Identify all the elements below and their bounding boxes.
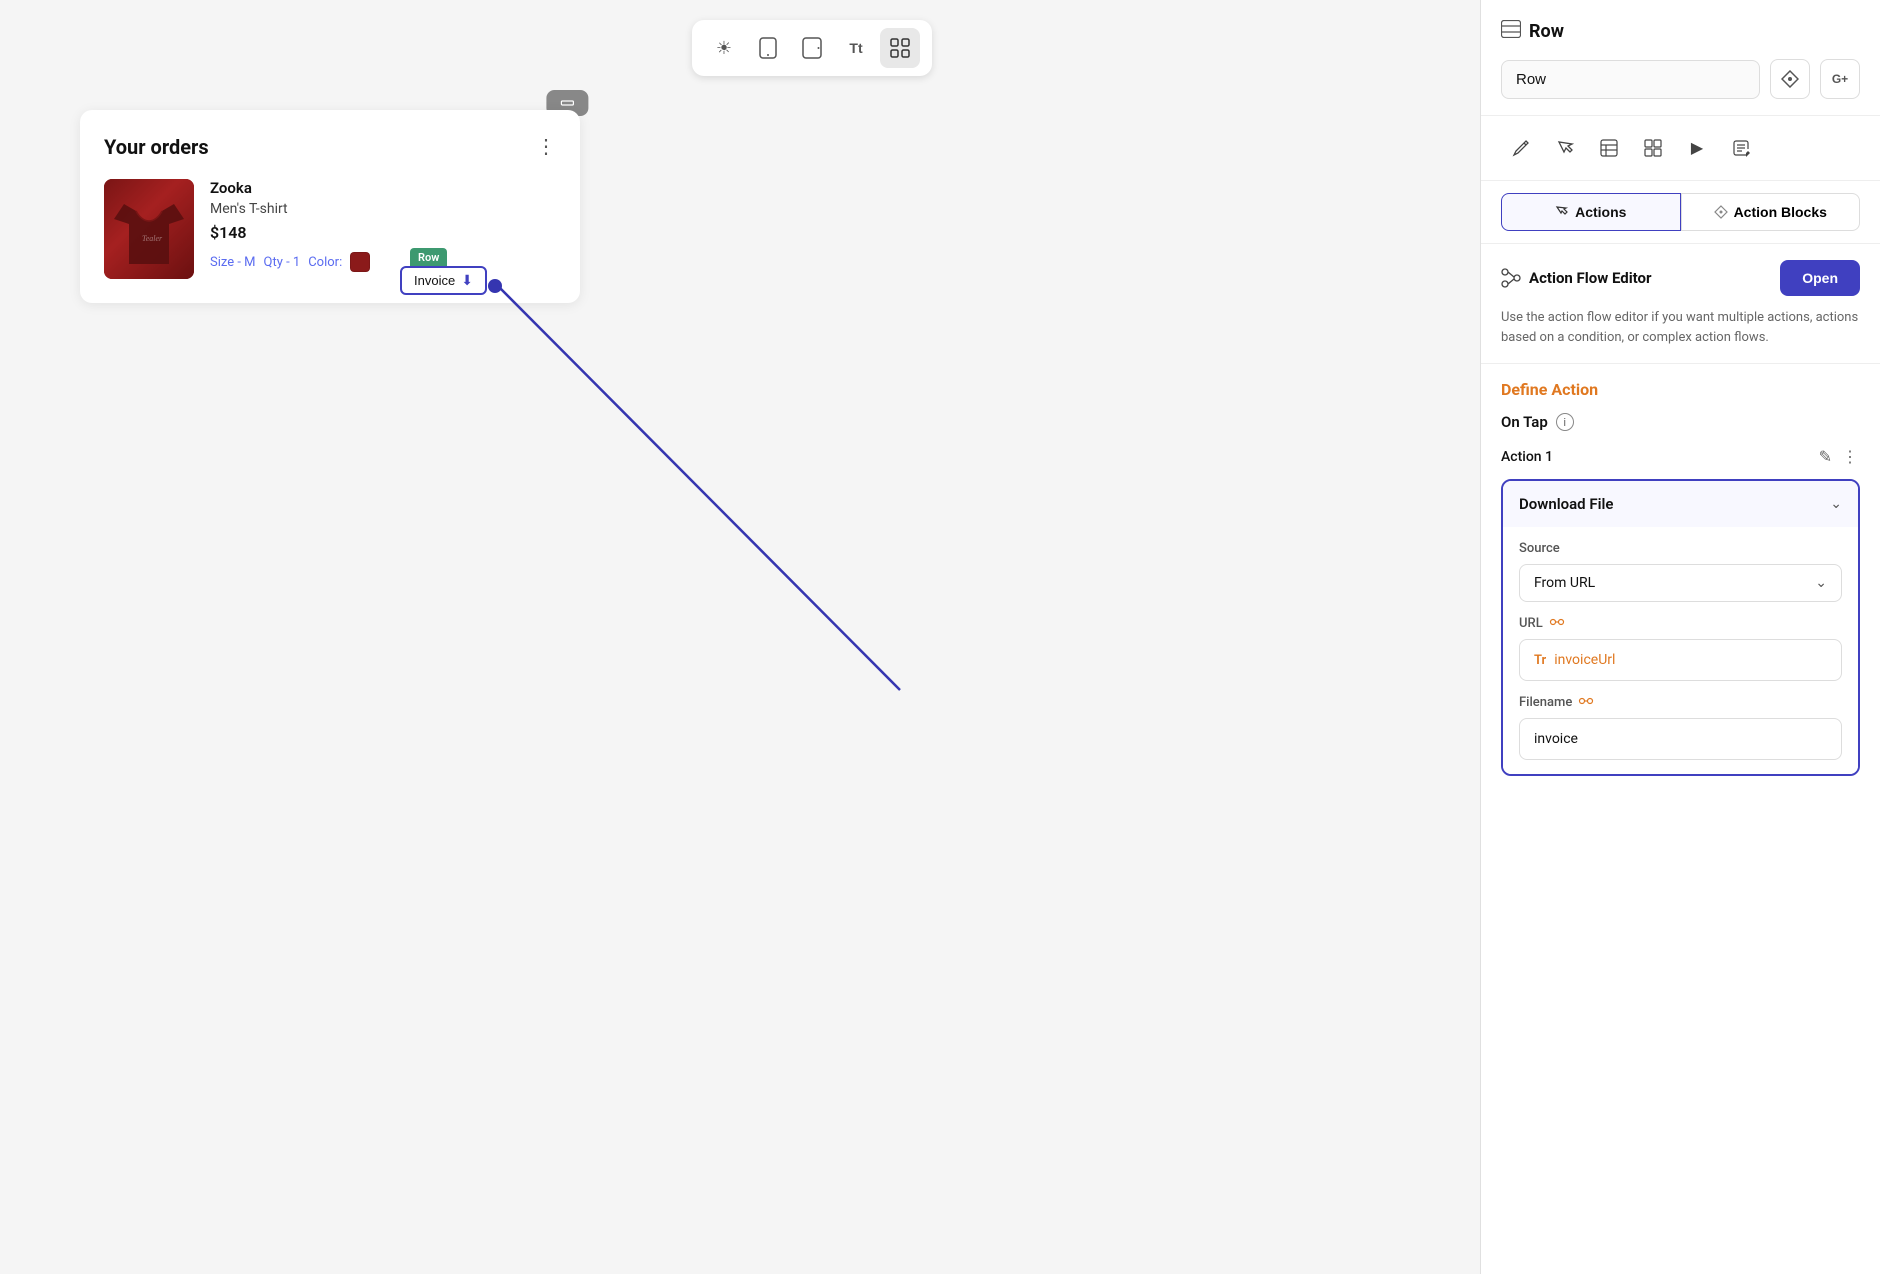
action-flow-label: Action Flow Editor [1529, 269, 1652, 287]
action-1-icons: ✎ ⋮ [1817, 445, 1860, 469]
action-flow-desc: Use the action flow editor if you want m… [1501, 308, 1860, 347]
edit-action-btn[interactable]: ✎ [1817, 445, 1834, 469]
action-1-label: Action 1 [1501, 449, 1553, 465]
connection-dot [488, 279, 502, 293]
color-swatch [350, 252, 370, 272]
orders-more-btn[interactable]: ⋮ [536, 134, 556, 159]
actions-tab[interactable]: Actions [1501, 193, 1681, 231]
row-panel-icon [1501, 20, 1521, 43]
source-value: From URL [1534, 575, 1595, 591]
on-tap-row: On Tap i [1501, 413, 1860, 431]
tool-row: ▶ [1481, 116, 1880, 181]
filename-link-icon [1578, 695, 1594, 710]
download-file-label: Download File [1519, 495, 1613, 513]
open-btn[interactable]: Open [1780, 260, 1860, 296]
row-name-input[interactable] [1501, 60, 1760, 99]
more-action-btn[interactable]: ⋮ [1840, 445, 1860, 469]
canvas-area: ☀ Tt [0, 0, 1480, 1274]
orders-title: Your orders [104, 135, 209, 159]
url-field[interactable]: Tr invoiceUrl [1519, 639, 1842, 681]
add-char-btn[interactable]: G+ [1820, 59, 1860, 99]
diamond-btn[interactable] [1770, 59, 1810, 99]
layout-tool-btn[interactable] [1633, 128, 1673, 168]
right-panel: Row G+ [1480, 0, 1880, 1274]
action-blocks-tab[interactable]: Action Blocks [1681, 193, 1861, 231]
svg-text:Tealer: Tealer [142, 234, 163, 243]
source-select[interactable]: From URL ⌄ [1519, 564, 1842, 602]
filename-label: Filename [1519, 695, 1842, 710]
info-icon: i [1556, 413, 1574, 431]
download-file-header[interactable]: Download File ⌄ [1503, 481, 1858, 527]
invoice-label: Invoice [414, 273, 455, 288]
size-meta: Size - M [210, 255, 256, 270]
order-image: Tealer [104, 179, 194, 279]
sun-toolbar-btn[interactable]: ☀ [704, 28, 744, 68]
name-row: G+ [1501, 59, 1860, 99]
data-tool-btn[interactable] [1589, 128, 1629, 168]
filename-field[interactable]: invoice [1519, 718, 1842, 760]
notes-tool-btn[interactable] [1721, 128, 1761, 168]
filename-value: invoice [1534, 731, 1578, 747]
url-label: URL [1519, 616, 1842, 631]
order-meta: Size - M Qty - 1 Color: [210, 252, 556, 272]
product-name: Men's T-shirt [210, 201, 556, 217]
action-flow-left: Action Flow Editor [1501, 268, 1652, 288]
actions-tab-label: Actions [1575, 204, 1626, 220]
mobile-toolbar-btn[interactable] [748, 28, 788, 68]
tablet-toolbar-btn[interactable] [792, 28, 832, 68]
download-icon: ⬇ [461, 272, 473, 289]
panel-title-row: Row [1501, 20, 1860, 43]
url-link-icon [1549, 616, 1565, 631]
url-field-prefix: Tr [1534, 653, 1546, 668]
source-label: Source [1519, 541, 1842, 556]
interaction-tool-btn[interactable] [1545, 128, 1585, 168]
play-tool-btn[interactable]: ▶ [1677, 128, 1717, 168]
download-file-card: Download File ⌄ Source From URL ⌄ URL [1501, 479, 1860, 776]
panel-header: Row G+ [1481, 0, 1880, 116]
action-flow-section: Action Flow Editor Open Use the action f… [1481, 244, 1880, 364]
qty-meta: Qty - 1 [264, 255, 301, 270]
action-blocks-tab-label: Action Blocks [1734, 204, 1827, 220]
properties-tool-btn[interactable] [1501, 128, 1541, 168]
brand-name: Zooka [210, 179, 556, 197]
on-tap-label: On Tap [1501, 413, 1548, 431]
top-toolbar: ☀ Tt [692, 20, 932, 76]
define-action-title: Define Action [1501, 380, 1860, 399]
action-1-row: Action 1 ✎ ⋮ [1501, 445, 1860, 469]
orders-card: Your orders ⋮ Tealer Zooka Men's T-shirt… [80, 110, 580, 303]
row-tag: Row [410, 248, 447, 267]
text-size-toolbar-btn[interactable]: Tt [836, 28, 876, 68]
chevron-down-icon: ⌄ [1830, 496, 1842, 512]
invoice-btn[interactable]: Invoice ⬇ [400, 266, 487, 295]
price: $148 [210, 223, 556, 242]
action-flow-row: Action Flow Editor Open [1501, 260, 1860, 296]
order-details: Zooka Men's T-shirt $148 Size - M Qty - … [210, 179, 556, 272]
order-item: Tealer Zooka Men's T-shirt $148 Size - M… [104, 179, 556, 279]
panel-title: Row [1529, 21, 1564, 42]
grid-settings-toolbar-btn[interactable] [880, 28, 920, 68]
orders-header: Your orders ⋮ [104, 134, 556, 159]
download-file-body: Source From URL ⌄ URL [1503, 527, 1858, 774]
source-chevron-icon: ⌄ [1815, 575, 1827, 591]
url-value: invoiceUrl [1554, 652, 1615, 668]
color-label: Color: [308, 255, 342, 270]
define-action-section: Define Action On Tap i Action 1 ✎ ⋮ Down… [1481, 364, 1880, 792]
tab-row: Actions Action Blocks [1481, 181, 1880, 244]
